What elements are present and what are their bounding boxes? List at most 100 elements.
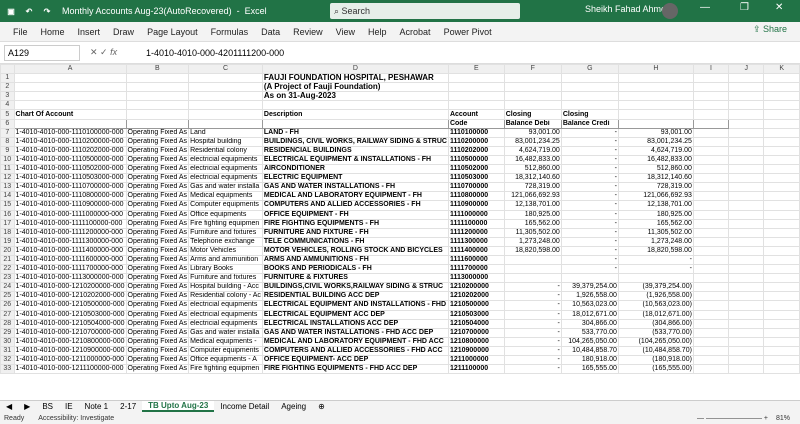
cell-account-code[interactable]: 1111200000 bbox=[447, 227, 505, 238]
cell-account-code[interactable]: 1111300000 bbox=[447, 236, 505, 247]
header-balance-credit[interactable]: Balance Credi bbox=[560, 118, 619, 129]
cell-asset-type[interactable]: Gas and water installa bbox=[188, 182, 263, 193]
cell-description[interactable]: RESIDENTIAL BUILDING ACC DEP bbox=[261, 291, 449, 302]
cell-debit[interactable]: 12,138,701.00 bbox=[503, 200, 562, 211]
cell-credit[interactable]: - bbox=[560, 209, 619, 220]
cell-category[interactable]: Operating Fixed As bbox=[125, 318, 190, 329]
cell-asset-type[interactable]: Residential colony bbox=[188, 145, 263, 156]
row-header[interactable]: 33 bbox=[0, 364, 15, 375]
cell-asset-type[interactable]: electricial equipments bbox=[188, 300, 263, 311]
filter-dropdown[interactable] bbox=[188, 118, 263, 129]
cell-category[interactable]: Operating Fixed As bbox=[125, 164, 190, 175]
row-header[interactable]: 5 bbox=[0, 109, 15, 120]
cell-account-code[interactable]: 1211000000 bbox=[447, 354, 505, 366]
cell-category[interactable]: Operating Fixed As bbox=[125, 227, 190, 238]
row-header[interactable]: 29 bbox=[0, 327, 15, 338]
cell-balance[interactable]: 83,001,234.25 bbox=[617, 136, 694, 147]
cell-credit[interactable]: - bbox=[560, 182, 619, 193]
cell-balance[interactable]: (104,265,050.00) bbox=[617, 336, 694, 347]
cell-asset-type[interactable]: Furniture and fixtures bbox=[188, 227, 263, 238]
cell-empty[interactable] bbox=[692, 154, 730, 166]
share-button[interactable]: ⇪ Share bbox=[753, 24, 787, 35]
cell-empty[interactable] bbox=[728, 236, 765, 247]
header-closing-2[interactable]: Closing bbox=[560, 109, 619, 120]
cell-account-id[interactable]: 1-4010-4010-000-1210500000-000 bbox=[13, 300, 127, 311]
cell-empty[interactable] bbox=[692, 200, 730, 211]
cell-empty[interactable] bbox=[728, 136, 765, 147]
cell-description[interactable]: LAND - FH bbox=[261, 127, 449, 138]
cell-description[interactable]: MEDICAL AND LABORATORY EQUIPMENT - FHD A… bbox=[261, 336, 449, 347]
cell-balance[interactable]: - bbox=[617, 264, 694, 275]
cell-debit[interactable] bbox=[503, 264, 562, 275]
cell-credit[interactable]: - bbox=[560, 236, 619, 247]
cell-description[interactable]: ARMS AND AMMUNITIONS - FH bbox=[261, 254, 449, 266]
header-account[interactable]: Account bbox=[447, 109, 505, 120]
cell-empty[interactable] bbox=[692, 282, 730, 293]
cell-empty[interactable] bbox=[728, 182, 765, 193]
cell-empty[interactable] bbox=[728, 336, 765, 347]
cell-category[interactable]: Operating Fixed As bbox=[125, 354, 190, 366]
row-header[interactable]: 19 bbox=[0, 236, 15, 247]
row-header[interactable]: 31 bbox=[0, 345, 15, 357]
cell-description[interactable]: FIRE FIGHTING EQUIPMENTS - FHD ACC DEP bbox=[261, 364, 449, 375]
cell-description[interactable]: AIRCONDITIONER bbox=[261, 164, 449, 175]
cell-debit[interactable]: 165,562.00 bbox=[503, 218, 562, 229]
cell-debit[interactable] bbox=[503, 273, 562, 284]
tab-draw[interactable]: Draw bbox=[113, 27, 134, 37]
cell-account-id[interactable]: 1-4010-4010-000-1210503000-000 bbox=[13, 309, 127, 320]
cell-credit[interactable]: 533,770.00 bbox=[560, 327, 619, 338]
sheet-tab-bs[interactable]: BS bbox=[36, 402, 59, 411]
row-header[interactable]: 30 bbox=[0, 336, 15, 347]
cell-debit[interactable]: 180,925.00 bbox=[503, 209, 562, 220]
cell-balance[interactable]: 18,312,140.60 bbox=[617, 173, 694, 184]
cell-empty[interactable] bbox=[692, 173, 730, 184]
cell-empty[interactable] bbox=[692, 354, 730, 366]
cell-asset-type[interactable]: Office equipments bbox=[188, 209, 263, 220]
cell-account-code[interactable]: 1110800000 bbox=[447, 191, 505, 202]
header-description[interactable]: Description bbox=[261, 109, 449, 120]
cell-empty[interactable] bbox=[763, 273, 800, 284]
cell-category[interactable]: Operating Fixed As bbox=[125, 127, 190, 138]
cell-credit[interactable]: 18,012,671.00 bbox=[560, 309, 619, 320]
cell-debit[interactable]: - bbox=[503, 318, 562, 329]
cell-account-code[interactable]: 1110202000 bbox=[447, 145, 505, 156]
filter-dropdown[interactable] bbox=[692, 118, 730, 129]
cell-empty[interactable] bbox=[692, 127, 730, 138]
cell-empty[interactable] bbox=[763, 182, 800, 193]
cell-empty[interactable] bbox=[692, 273, 730, 284]
cell-account-id[interactable]: 1-4010-4010-000-1210200000-000 bbox=[13, 282, 127, 293]
cell-empty[interactable] bbox=[763, 164, 800, 175]
cell-empty[interactable] bbox=[728, 291, 765, 302]
cell-debit[interactable]: 728,319.00 bbox=[503, 182, 562, 193]
sheet-tab-ie[interactable]: IE bbox=[59, 402, 79, 411]
cell-category[interactable]: Operating Fixed As bbox=[125, 136, 190, 147]
cell-empty[interactable] bbox=[763, 173, 800, 184]
filter-dropdown[interactable] bbox=[261, 118, 449, 129]
column-header-i[interactable]: I bbox=[692, 64, 730, 75]
cell-empty[interactable] bbox=[728, 254, 765, 266]
cell-empty[interactable] bbox=[763, 245, 800, 256]
column-header-d[interactable]: D bbox=[261, 64, 449, 75]
cell-empty[interactable] bbox=[763, 154, 800, 166]
cell-account-code[interactable]: 1110700000 bbox=[447, 182, 505, 193]
cell-account-id[interactable]: 1-4010-4010-000-1110800000-000 bbox=[13, 191, 127, 202]
row-header[interactable]: 24 bbox=[0, 282, 15, 293]
cell-credit[interactable]: 1,926,558.00 bbox=[560, 291, 619, 302]
cell-category[interactable]: Operating Fixed As bbox=[125, 309, 190, 320]
cell-asset-type[interactable]: Fire fighting equipmen bbox=[188, 218, 263, 229]
cell-asset-type[interactable]: electricial equipments bbox=[188, 318, 263, 329]
cell-account-id[interactable]: 1-4010-4010-000-1113000000-000 bbox=[13, 273, 127, 284]
sheet-tab-ageing[interactable]: Ageing bbox=[275, 402, 312, 411]
cell-account-code[interactable]: 1210504000 bbox=[447, 318, 505, 329]
cell-credit[interactable]: - bbox=[560, 154, 619, 166]
cell-credit[interactable]: 180,918.00 bbox=[560, 354, 619, 366]
cell-debit[interactable]: 1,273,248.00 bbox=[503, 236, 562, 247]
cell-account-id[interactable]: 1-4010-4010-000-1210900000-000 bbox=[13, 345, 127, 357]
cell-debit[interactable]: 18,820,598.00 bbox=[503, 245, 562, 256]
next-sheet-icon[interactable]: ▶ bbox=[18, 402, 36, 411]
filter-dropdown[interactable] bbox=[125, 118, 190, 129]
tab-power-pivot[interactable]: Power Pivot bbox=[444, 27, 492, 37]
cell-empty[interactable] bbox=[728, 227, 765, 238]
cell-empty[interactable] bbox=[728, 218, 765, 229]
tab-home[interactable]: Home bbox=[41, 27, 65, 37]
